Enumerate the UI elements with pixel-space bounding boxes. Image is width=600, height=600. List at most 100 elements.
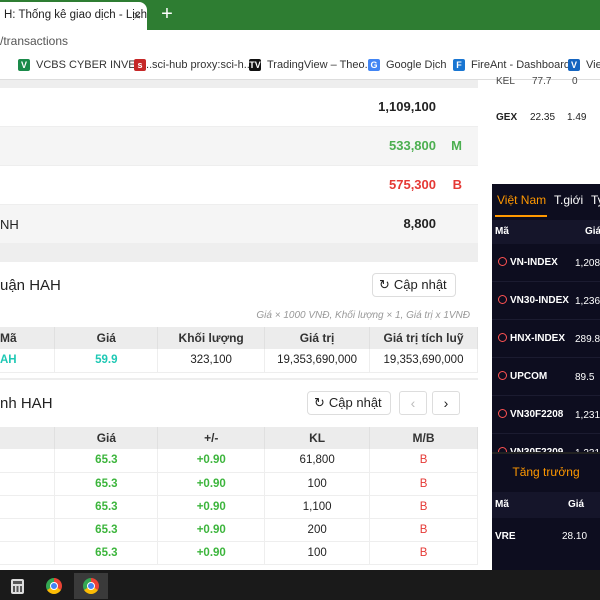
google-translate-icon: G [368, 59, 380, 71]
stock-symbol[interactable]: GEX [496, 112, 517, 123]
table-header-row: Giá +/- KL M/B [0, 427, 478, 449]
tab-vietnam[interactable]: Việt Nam [497, 193, 546, 207]
cell-value: 19,353,690,000 [264, 349, 371, 373]
growth-header: Mã Giá [492, 492, 600, 518]
update-label: Cập nhật [393, 277, 447, 292]
update-button[interactable]: ↻ Cập nhật [307, 391, 391, 415]
vcbs-icon: V [18, 59, 30, 71]
indices-header: Mã Giá [492, 220, 600, 244]
tab-rates[interactable]: Ty [591, 193, 600, 207]
matched-orders-title: nh HAH [0, 395, 53, 412]
summary-tag: B [452, 177, 462, 192]
column-header: Giá [54, 427, 159, 449]
growth-panel: Tăng trưởng Mã Giá VRE 28.10 [492, 452, 600, 570]
bookmark-google-translate[interactable]: G Google Dịch [368, 59, 447, 71]
index-value: 1,236. [575, 296, 600, 307]
summary-value: 533,800 [389, 138, 436, 153]
address-bar[interactable]: /transactions [0, 30, 600, 52]
address-text[interactable]: /transactions [0, 34, 68, 48]
cell-price: 65.3 [54, 449, 159, 473]
tradingview-icon: TV [249, 59, 261, 71]
cell-change: +0.90 [157, 449, 266, 473]
stock-price: 22.35 [530, 112, 556, 123]
top-stocks-panel: KEL 77.7 0 GEX 22.35 1.49 [492, 76, 600, 178]
index-name: VN30F2208 [510, 409, 564, 420]
bookmark-label: Google Dịch [386, 59, 447, 71]
cell-price: 65.3 [54, 518, 159, 542]
bookmark-tradingview[interactable]: TV TradingView – Theo... [249, 59, 374, 71]
viet-icon: V [568, 59, 580, 71]
column-header: Giá [54, 327, 159, 349]
put-through-card: uận HAH ↻ Cập nhật Giá × 1000 VNĐ, Khối … [0, 262, 478, 378]
bookmark-fireant[interactable]: F FireAnt - Dashboard [453, 59, 570, 71]
clock-icon [498, 333, 507, 342]
calculator-button[interactable] [0, 573, 34, 599]
summary-value: 8,800 [403, 216, 436, 231]
scroll-gutter [478, 80, 492, 570]
refresh-icon: ↻ [379, 277, 390, 292]
cell-cumulative-value: 19,353,690,000 [369, 349, 478, 373]
indices-tabs: Việt Nam T.giới Ty [492, 184, 600, 218]
cell-volume: 61,800 [264, 449, 371, 473]
index-value: 1,208. [575, 258, 600, 269]
column-header: Giá [568, 499, 585, 510]
bookmark-viet[interactable]: V Viet [568, 59, 600, 71]
table-row: 65.3 +0.90 61,800 B [0, 449, 478, 473]
cell-time [0, 449, 56, 473]
table-row: 65.3 +0.90 100 B [0, 541, 478, 565]
index-row[interactable]: HNX-INDEX 289.8 [492, 320, 600, 358]
clock-icon [498, 371, 507, 380]
browser-tab[interactable]: H: Thống kê giao dịch - Lịch sử × [0, 2, 147, 30]
clock-icon [498, 409, 507, 418]
growth-panel-header[interactable]: Tăng trưởng [492, 452, 600, 490]
clock-icon [498, 257, 507, 266]
stock-change: 1.49 [567, 112, 587, 123]
cell-volume: 323,100 [157, 349, 266, 373]
summary-row-total: 1,109,100 [0, 88, 478, 126]
calculator-icon [10, 578, 24, 594]
cell-volume: 100 [264, 472, 371, 496]
cell-price: 65.3 [54, 472, 159, 496]
market-indices-panel: Việt Nam T.giới Ty Mã Giá VN-INDEX 1,208… [492, 184, 600, 472]
bookmark-vcbs[interactable]: V VCBS CYBER INVES... [18, 59, 152, 71]
cell-change: +0.90 [157, 495, 266, 519]
column-header: M/B [369, 427, 478, 449]
growth-row[interactable]: VRE 28.10 [492, 522, 600, 552]
cell-volume: 100 [264, 541, 371, 565]
column-header: Giá trị tích luỹ [369, 327, 478, 349]
index-row[interactable]: UPCOM 89.5 [492, 358, 600, 396]
prev-page-button[interactable]: ‹ [399, 391, 427, 415]
update-button[interactable]: ↻ Cập nhật [372, 273, 456, 297]
index-row[interactable]: VN-INDEX 1,208. [492, 244, 600, 282]
cell-side: B [369, 495, 478, 519]
close-tab-icon[interactable]: × [133, 8, 141, 23]
index-row[interactable]: VN30F2208 1,231. [492, 396, 600, 434]
summary-tag: M [451, 138, 462, 153]
next-page-button[interactable]: › [432, 391, 460, 415]
column-header [0, 427, 56, 449]
chrome-taskbar-button-active[interactable] [74, 573, 108, 599]
index-name: HNX-INDEX [510, 333, 566, 344]
new-tab-button[interactable]: + [156, 3, 178, 25]
cell-side: B [369, 541, 478, 565]
cell-price: 59.9 [54, 349, 159, 373]
tab-world[interactable]: T.giới [554, 193, 583, 207]
cell-side: B [369, 449, 478, 473]
cell-side: B [369, 472, 478, 496]
chrome-taskbar-button[interactable] [37, 573, 71, 599]
index-row[interactable]: VN30-INDEX 1,236. [492, 282, 600, 320]
cell-volume: 200 [264, 518, 371, 542]
bookmark-scihub[interactable]: s sci-hub proxy:sci-h... [134, 59, 253, 71]
cell-symbol[interactable]: AH [0, 349, 56, 373]
column-header: Khối lượng [157, 327, 266, 349]
table-row: 65.3 +0.90 1,100 B [0, 495, 478, 519]
cell-price: 65.3 [54, 541, 159, 565]
stock-price: 77.7 [532, 76, 552, 87]
bookmark-label: sci-hub proxy:sci-h... [152, 59, 253, 71]
column-header: Mã [495, 226, 509, 237]
summary-label: NH [0, 217, 19, 232]
main-content: 1,109,100 533,800 M 575,300 B NH 8,800 u… [0, 80, 478, 570]
index-value: 1,231. [575, 410, 600, 421]
index-name: VN-INDEX [510, 257, 558, 268]
column-header: Mã [0, 327, 56, 349]
